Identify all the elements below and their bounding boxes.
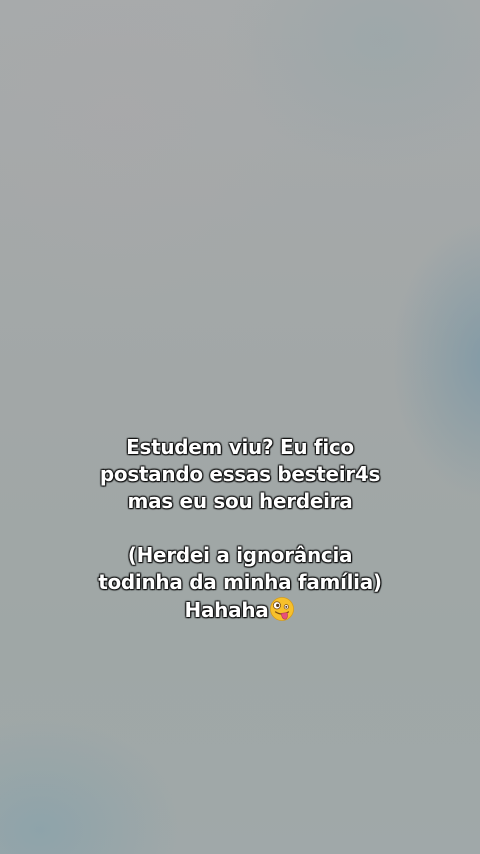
caption-line-3: mas eu sou herdeira — [127, 489, 353, 513]
caption-line-5: todinha da minha família) — [98, 570, 382, 594]
caption-text: Estudem viu? Eu fico postando essas best… — [0, 434, 480, 624]
video-background — [0, 0, 480, 854]
caption-line-1: Estudem viu? Eu fico — [126, 435, 354, 459]
caption-line-2: postando essas besteir4s — [99, 462, 381, 486]
caption-line-6-text: Hahaha — [184, 598, 269, 622]
caption-line-4: (Herdei a ignorância — [127, 543, 353, 567]
zany-face-icon — [270, 597, 295, 621]
caption-line-6: Hahaha — [0, 596, 480, 624]
